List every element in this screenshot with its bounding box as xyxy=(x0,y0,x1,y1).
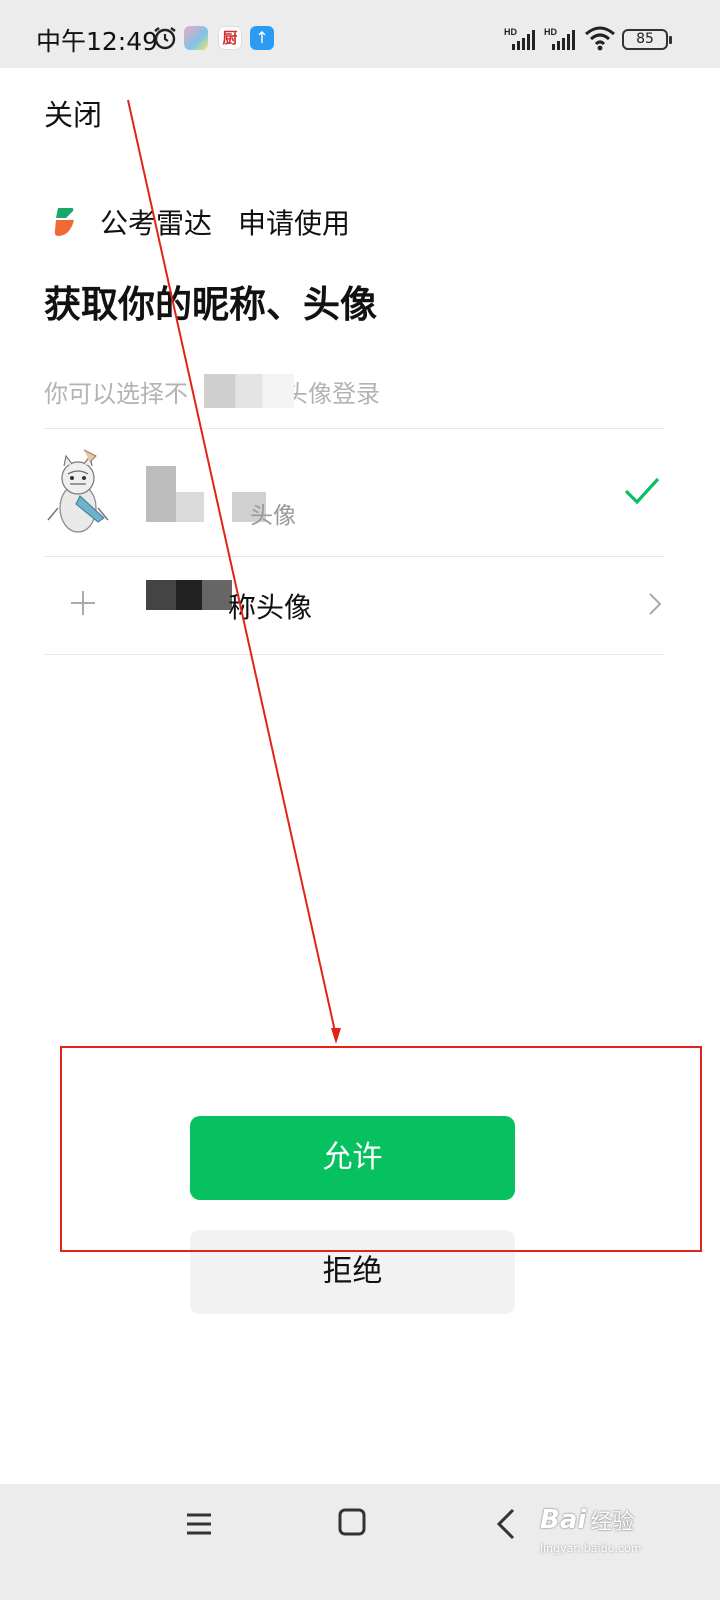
wifi-icon xyxy=(585,26,615,51)
plus-icon xyxy=(71,591,95,615)
divider xyxy=(44,654,664,655)
avatar[interactable] xyxy=(44,448,112,534)
app-info: 公考雷达 申请使用 xyxy=(52,200,350,244)
watermark-brand: Bai xyxy=(540,1505,587,1535)
watermark: Bai 经验 xyxy=(540,1504,634,1536)
svg-text:HD: HD xyxy=(504,27,517,37)
page-title: 获取你的昵称、头像 xyxy=(44,283,377,326)
close-button[interactable]: 关闭 xyxy=(44,92,102,134)
svg-text:HD: HD xyxy=(544,27,557,37)
divider xyxy=(44,556,664,557)
home-icon[interactable] xyxy=(338,1508,366,1536)
watermark-suffix: 经验 xyxy=(590,1510,635,1535)
chevron-right-icon xyxy=(649,593,662,615)
alarm-icon xyxy=(154,27,176,50)
annotation-highlight-box xyxy=(60,1046,702,1252)
redacted-name xyxy=(146,466,176,522)
battery-indicator: 85 xyxy=(622,29,672,50)
app-name: 公考雷达 xyxy=(100,207,213,240)
new-profile-label: 称头像 xyxy=(228,591,313,624)
app-request-text: 申请使用 xyxy=(238,207,351,240)
back-icon[interactable] xyxy=(496,1508,516,1540)
notification-upload-icon: ↑ xyxy=(250,26,274,50)
watermark-url: jingyan.baidu.com xyxy=(540,1542,642,1555)
redacted-text xyxy=(204,374,294,408)
redacted-text xyxy=(146,580,232,610)
redacted-name xyxy=(176,492,204,522)
checkmark-icon xyxy=(624,477,660,505)
status-bar: 中午12:49 厨 ↑ HD HD 85 xyxy=(0,0,720,68)
notification-kitchen-icon: 厨 xyxy=(218,26,242,50)
profile-subtitle: 头像 xyxy=(250,503,296,529)
signal-icon: HD xyxy=(504,27,535,50)
system-nav-bar: Bai 经验 jingyan.baidu.com xyxy=(0,1484,720,1600)
divider xyxy=(44,428,664,429)
signal-icon-2: HD xyxy=(544,27,575,50)
menu-icon[interactable] xyxy=(186,1512,212,1536)
use-new-profile-option[interactable]: 称头像 xyxy=(44,560,664,652)
notification-app-icon xyxy=(184,26,208,50)
status-time: 中午12:49 xyxy=(36,27,159,56)
app-logo-icon xyxy=(54,208,74,236)
